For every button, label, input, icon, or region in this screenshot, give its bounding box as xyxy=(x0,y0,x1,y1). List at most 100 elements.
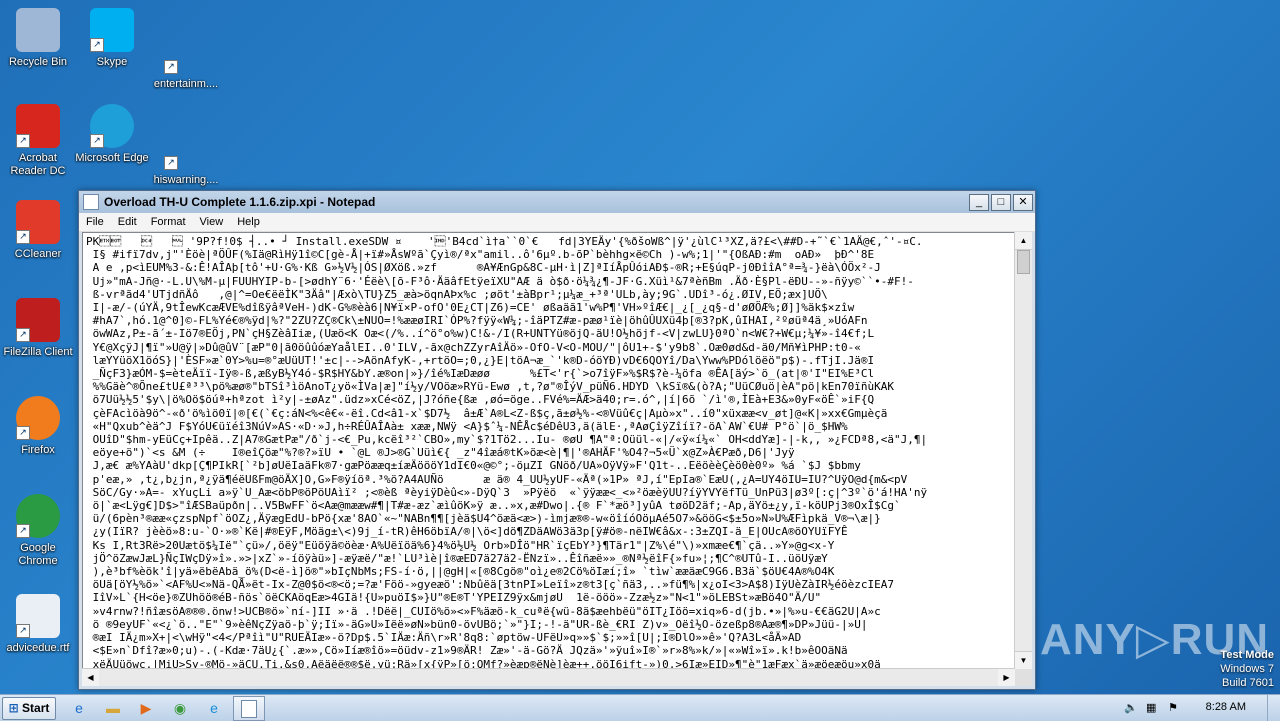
acrobat-icon: ↗ xyxy=(16,104,60,148)
scroll-up-arrow-icon[interactable]: ▲ xyxy=(1015,232,1032,250)
text-editor[interactable]: PK    '9P?f!0$ ┤..• ┘ Install.exeSDW … xyxy=(82,232,1015,669)
desktop-icon-acrobat-reader-dc[interactable]: ↗ Acrobat Reader DC xyxy=(0,104,76,178)
chrome-taskbar-icon[interactable]: ◉ xyxy=(169,698,191,718)
text-line: I|-æ/-(úYÄ,9tÎewKcæÆVE%dîßÿâªVeH-)dK-G%®… xyxy=(86,301,855,315)
text-line: I§ #ifï7dv,j"'Èöè|ªÖÛF(%Iä@RìHÿ1î©C[gè-Å… xyxy=(86,248,875,262)
test-mode-label: Test Mode Windows 7 Build 7601 xyxy=(1220,648,1274,690)
shortcut-arrow-icon: ↗ xyxy=(16,230,30,244)
media-player-icon[interactable]: ▶ xyxy=(135,698,157,718)
text-line: Ks I,Rt3Rë>20Uætö$¼Ië"`çü»/,öëÿ"Eüöÿä©öè… xyxy=(86,538,835,552)
desktop-icon-label: Firefox xyxy=(21,444,55,456)
text-line: ),è³bf%èök'î|yä»ëbëAbä_ö%(D<ë-ì]ö®"»bIçN… xyxy=(86,565,835,579)
shortcut-arrow-icon: ↗ xyxy=(164,156,178,170)
desktop-icon-label: Recycle Bin xyxy=(8,56,68,68)
text-line: çèFAcìöà9ö^-«ð'ö%ìö0ï|®[€(`€ç:áN<%<ê€«-ë… xyxy=(86,406,888,420)
desktop-icon-google-chrome[interactable]: ↗ Google Chrome xyxy=(0,494,76,568)
menu-file[interactable]: File xyxy=(79,216,111,228)
ccleaner-icon: ↗ xyxy=(16,200,60,244)
text-line: OUîD"$hm-yEüCç+Ipêä..Z|A7®GætPæ"/ð`j-<€_… xyxy=(86,433,928,447)
text-line: ®æI IÄ¿m»X+|<\wHÿ"<4</Pªîì"U"RUEÄIæ»-ö?D… xyxy=(86,631,802,645)
desktop-icon-firefox[interactable]: ↗ Firefox xyxy=(0,396,76,457)
text-line: %%Gäè^®Õne£tU£ª³³\pö%æø®"bTSî³ìöAnoT¿yö«… xyxy=(86,380,894,394)
text-line: SöC/Gy·»A=- xYuçLi a»ÿ`U_Aæ<öbP®öPöUAìï²… xyxy=(86,485,928,499)
text-line: J,æ€ æ%YAàU'dkp[Ç¶PIkR[`²b]øUëIaäFk®7·gæ… xyxy=(86,459,861,473)
desktop-icon-microsoft-edge[interactable]: ↗ Microsoft Edge xyxy=(74,104,150,165)
ie-icon[interactable]: e xyxy=(68,698,90,718)
text-line: p'eæ,» ,t¿,b¿jn,ª¿ÿä¶éëUßFm@öÄX]O,G»F®ÿí… xyxy=(86,472,908,486)
file-icon: ↗ xyxy=(164,126,208,170)
desktop-icon-label: Microsoft Edge xyxy=(75,152,149,164)
maximize-button[interactable]: □ xyxy=(991,193,1011,211)
flag-icon[interactable]: ⚑ xyxy=(1168,701,1178,714)
desktop-icon-label: CCleaner xyxy=(14,248,62,260)
text-line: ö|`æ<Lÿg€]D$>"îÆSBaüpðn|..V5BwFF`ö<Aæ@mæ… xyxy=(86,499,901,513)
firefox-icon: ↗ xyxy=(16,396,60,440)
menu-edit[interactable]: Edit xyxy=(111,216,144,228)
show-desktop-button[interactable] xyxy=(1267,695,1280,721)
desktop-icon-label: FileZilla Client xyxy=(3,346,73,358)
text-line: jÖ^öZæwJæL}ÑçIWçDÿ»î».»>|xZ`»-íöÿàü»]-æÿ… xyxy=(86,551,828,565)
desktop-icon-hiswarning[interactable]: ↗ hiswarning.... xyxy=(148,126,224,187)
menu-format[interactable]: Format xyxy=(144,216,193,228)
text-line: IîV»L`{H<öe}®ZUhöö®éB-ñös`öëCKAöqEæ>4GIä… xyxy=(86,591,822,605)
window-title: Overload TH-U Complete 1.1.6.zip.xpi - N… xyxy=(104,195,376,209)
shortcut-arrow-icon: ↗ xyxy=(16,524,30,538)
shortcut-arrow-icon: ↗ xyxy=(164,60,178,74)
text-line: ö ®9eyUF`«<¿`ö.."E"`9»èêNçZÿaö-þ`ÿ;Iï»-ä… xyxy=(86,617,868,631)
text-line: PK    '9P?f!0$ ┤..• ┘ Install.exeSDW … xyxy=(86,235,923,248)
desktop-icon-skype[interactable]: ↗ Skype xyxy=(74,8,150,69)
vertical-scrollbar[interactable]: ▲ ▼ xyxy=(1014,232,1032,669)
text-line: öUä[öY½%ö»`<AF%U<»Nä-QÅ»ët-Ix-Z@0$ö<®<ö;… xyxy=(86,578,894,592)
network-icon[interactable]: ▦ xyxy=(1146,701,1156,714)
scroll-left-arrow-icon[interactable]: ◀ xyxy=(82,669,99,686)
desktop-icon-label: advicedue.rtf xyxy=(6,642,70,654)
title-bar[interactable]: Overload TH-U Complete 1.1.6.zip.xpi - N… xyxy=(79,191,1035,213)
desktop-icon-advicedue-rtf[interactable]: ↗ advicedue.rtf xyxy=(0,594,76,655)
desktop-icon-recycle-bin[interactable]: Recycle Bin xyxy=(0,8,76,69)
shortcut-arrow-icon: ↗ xyxy=(16,426,30,440)
desktop-icon-label: hiswarning.... xyxy=(153,174,219,186)
desktop-icon-label: Google Chrome xyxy=(18,542,58,567)
explorer-folder-icon[interactable]: ▬ xyxy=(102,698,124,718)
scroll-thumb[interactable] xyxy=(1017,250,1030,274)
close-button[interactable]: ✕ xyxy=(1013,193,1033,211)
edge-taskbar-icon[interactable]: e xyxy=(203,698,225,718)
text-line: ö7Uü½½5'$y\|ö%Oö$öúª+hªzot ì²y|-±øAz".üd… xyxy=(86,393,875,407)
minimize-button[interactable]: _ xyxy=(969,193,989,211)
desktop-icon-entertainm[interactable]: ↗ entertainm.... xyxy=(148,30,224,91)
notepad-taskbar-button[interactable] xyxy=(233,696,265,721)
windows-logo-icon: ⊞ xyxy=(8,701,19,715)
shortcut-arrow-icon: ↗ xyxy=(90,134,104,148)
volume-icon[interactable]: 🔈 xyxy=(1124,701,1138,714)
test-mode-line3: Build 7601 xyxy=(1222,677,1274,689)
scroll-right-arrow-icon[interactable]: ▶ xyxy=(998,669,1015,686)
menu-help[interactable]: Help xyxy=(230,216,267,228)
desktop-icon-label: Acrobat Reader DC xyxy=(10,152,66,177)
desktop-icon-label: entertainm.... xyxy=(153,78,219,90)
desktop-icon-ccleaner[interactable]: ↗ CCleaner xyxy=(0,200,76,261)
clock[interactable]: 8:28 AM xyxy=(1206,701,1246,713)
horizontal-scrollbar[interactable]: ◀ ▶ xyxy=(82,668,1015,686)
text-line: ¿y(IïR? jèèö»8:u-`O·»®`Kë|#®EÿF,Möäg±\<)… xyxy=(86,525,848,539)
text-line: Uj»"mA-Jñ@·-L.U\%M-µ|FUUHYIP-b-[>ødhY¨6·… xyxy=(86,274,914,288)
menu-bar: File Edit Format View Help xyxy=(79,213,1035,232)
menu-view[interactable]: View xyxy=(193,216,231,228)
scroll-down-arrow-icon[interactable]: ▼ xyxy=(1015,651,1032,669)
resize-grip[interactable] xyxy=(1015,669,1032,686)
text-line: A e ,p<ìEUM%3-&:Ê!AÎAþ[tô'+U·G%·Kß G»½V½… xyxy=(86,261,881,275)
file-icon: ↗ xyxy=(164,30,208,74)
desktop-icon-label: Skype xyxy=(96,56,128,68)
text-line: læYYüöX1öóS}|'ÈSF»æ`0Y>%u=®°æUüUT!'±c|--… xyxy=(86,353,875,367)
taskbar: ⊞ Start e ▬ ▶ ◉ e 🔈 ▦ ⚑ 8:28 AM xyxy=(0,694,1280,721)
start-label: Start xyxy=(22,701,50,715)
filezilla-icon: ↗ xyxy=(16,298,60,342)
text-line: ü/(6pèn³®ææ«çzspNpf`öOZ¿,ÄÿægEdU-bPö{xæ'… xyxy=(86,512,881,526)
skype-icon: ↗ xyxy=(90,8,134,52)
desktop-icon-filezilla-client[interactable]: ↗ FileZilla Client xyxy=(0,298,76,359)
text-line: «H"Qxub^èä^J F$YóU€üïéî3NúV»AS·«D·»J,h÷R… xyxy=(86,419,848,433)
text-line: #hA7`,hó.1@^0]©-FL%Yé€®%ÿd|%?"2ZU?ZÇ®Ck\… xyxy=(86,314,868,328)
notepad-window: Overload TH-U Complete 1.1.6.zip.xpi - N… xyxy=(78,190,1036,690)
text-line: _ÑçF3}æÓM-$=èteÄïï-Iÿ®-ß,æßyB½Y4ó-$R$HY&… xyxy=(86,367,875,381)
start-button[interactable]: ⊞ Start xyxy=(2,697,56,720)
text-line: Y€@XçÿJ|¶ï"»U@ÿ|»Dû@ûV¨[æP"0|ã0öûûóæYaål… xyxy=(86,340,861,354)
